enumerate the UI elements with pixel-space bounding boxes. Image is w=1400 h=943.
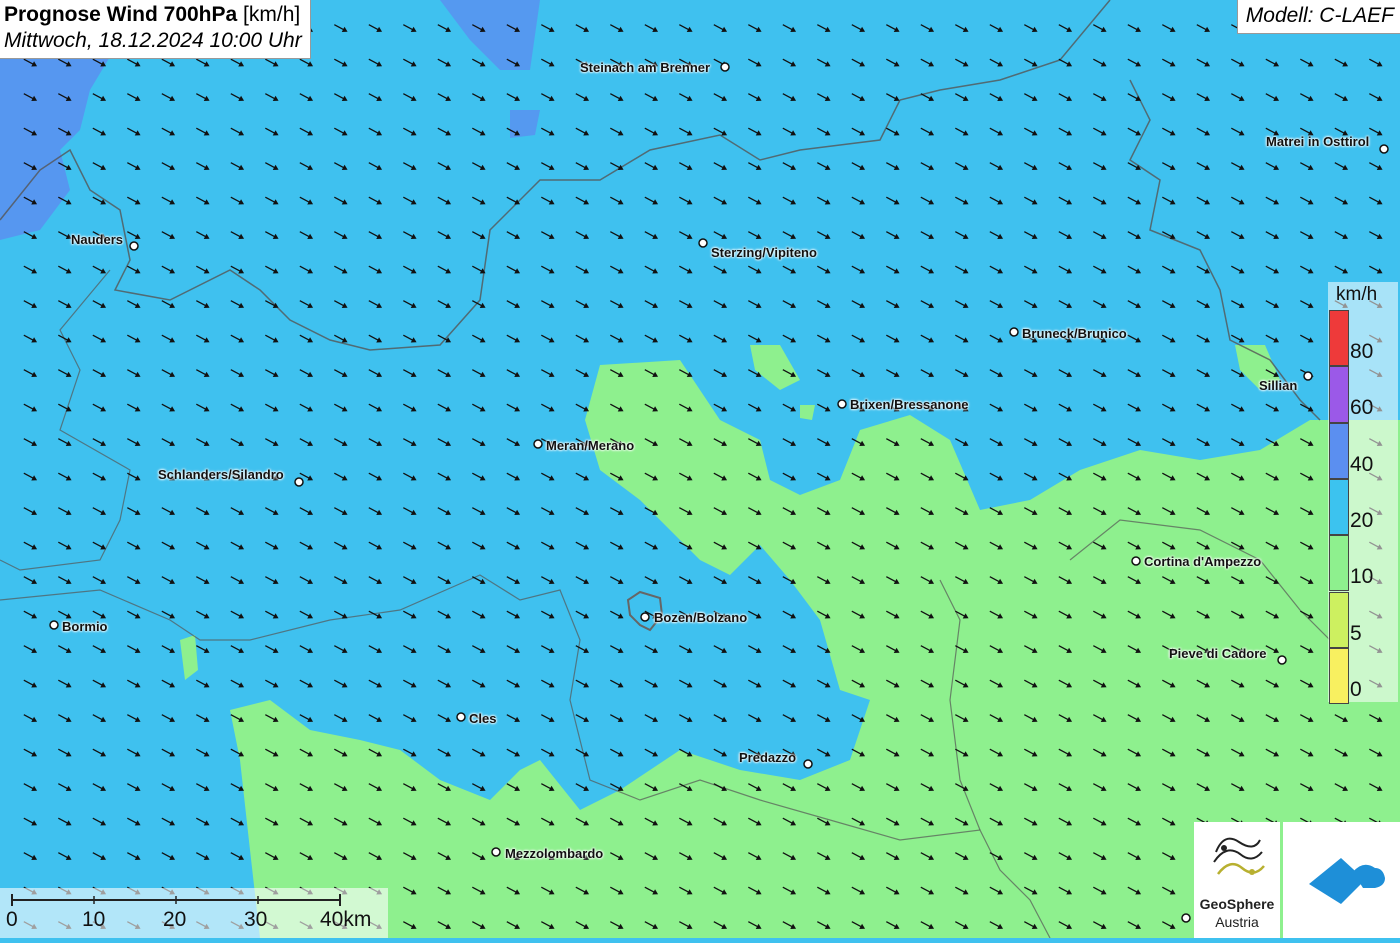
legend-swatch: [1329, 478, 1349, 536]
city-marker: [129, 241, 139, 251]
city-marker: [1277, 655, 1287, 665]
legend-value: 10: [1350, 565, 1374, 589]
city-marker: [1131, 556, 1141, 566]
city-label: Nauders: [71, 232, 124, 247]
city-marker: [1303, 371, 1313, 381]
scale-tick: 40km: [320, 908, 372, 931]
city-label: Predazzo: [739, 750, 797, 765]
city-marker: [1009, 327, 1019, 337]
legend-value: 0: [1350, 677, 1362, 701]
city-label: Bruneck/Brunico: [1022, 326, 1127, 341]
city-marker: [533, 439, 543, 449]
city-marker: [803, 759, 813, 769]
scale-tick: 10: [82, 908, 106, 931]
city-label: Steinach am Brenner: [580, 60, 711, 75]
city-label: Matrei in Osttirol: [1266, 134, 1370, 149]
legend-swatch: [1329, 310, 1349, 367]
cloud-arrow-icon: [1309, 858, 1385, 904]
title-bold: Prognose Wind 700hPa: [4, 3, 238, 26]
title-panel: Prognose Wind 700hPa [km/h] Mittwoch, 18…: [0, 0, 311, 59]
map-title: Prognose Wind 700hPa [km/h]: [4, 3, 302, 27]
city-marker: [837, 399, 847, 409]
city-label: Bozen/Bolzano: [654, 610, 748, 625]
city-label: Schlanders/Silandro: [158, 467, 284, 482]
legend-value: 40: [1350, 452, 1374, 476]
city-marker: [1181, 913, 1191, 923]
city-label: Sterzing/Vipiteno: [711, 245, 817, 260]
city-label: Bormio: [62, 619, 108, 634]
legend-value: 20: [1350, 508, 1374, 532]
city-label: Pieve di Cadore: [1169, 646, 1267, 661]
legend-swatch: [1329, 366, 1349, 423]
city-marker: [720, 62, 730, 72]
city-label: Cles: [469, 711, 497, 726]
city-marker: [698, 238, 708, 248]
title-unit: [km/h]: [243, 3, 301, 26]
city-label: Meran/Merano: [546, 438, 635, 453]
model-label: Modell: C-LAEF: [1236, 0, 1400, 34]
scale-tick: 30: [244, 908, 268, 931]
city-label: Cortina d'Ampezzo: [1144, 554, 1262, 569]
city-marker: [491, 847, 501, 857]
legend-swatch: [1329, 591, 1349, 648]
geosphere-name: GeoSphere: [1199, 896, 1275, 912]
city-marker: [640, 612, 650, 622]
city-label: Sillian: [1259, 378, 1298, 393]
legend-swatch: [1329, 647, 1349, 705]
geosphere-emblem-icon: [1213, 837, 1265, 875]
city-label: Mezzolombardo: [505, 846, 604, 861]
city-label: Brixen/Bressanone: [850, 397, 969, 412]
scale-tick: 0: [6, 908, 18, 931]
forecast-datetime: Mittwoch, 18.12.2024 10:00 Uhr: [4, 29, 302, 52]
geosphere-country: Austria: [1215, 914, 1259, 930]
city-marker: [49, 620, 59, 630]
legend-value: 60: [1350, 396, 1374, 420]
city-marker: [294, 477, 304, 487]
legend-swatch: [1329, 422, 1349, 479]
legend-value: 80: [1350, 340, 1374, 363]
scale-tick: 20: [163, 908, 187, 931]
legend-value: 5: [1350, 621, 1362, 645]
legend-swatch: [1329, 535, 1349, 592]
weather-service-logo[interactable]: [1283, 822, 1400, 938]
city-marker: [1379, 144, 1389, 154]
legend-unit: km/h: [1336, 284, 1378, 305]
city-marker: [456, 712, 466, 722]
geosphere-logo[interactable]: GeoSphere Austria: [1194, 822, 1280, 938]
